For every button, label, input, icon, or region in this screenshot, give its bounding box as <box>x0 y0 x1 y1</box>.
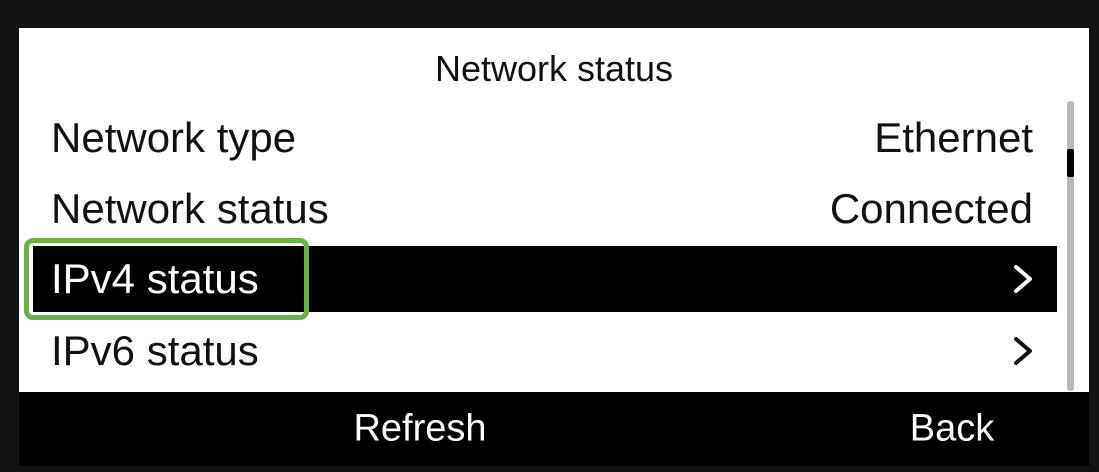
softkey-bar: Refresh Back <box>19 392 1089 466</box>
row-label: IPv4 status <box>51 255 259 302</box>
row-label: Network status <box>51 185 329 232</box>
refresh-button[interactable]: Refresh <box>353 408 486 451</box>
row-value: Ethernet <box>874 114 1033 161</box>
chevron-right-icon <box>1014 265 1032 293</box>
phone-screen: Network status Network type Ethernet Net… <box>19 28 1089 466</box>
list-item-network-type: Network type Ethernet <box>33 105 1057 171</box>
list-item-ipv4-status[interactable]: IPv4 status <box>33 246 1057 312</box>
scrollbar-thumb[interactable] <box>1067 149 1074 177</box>
back-button[interactable]: Back <box>910 408 994 451</box>
row-value: Connected <box>829 185 1033 232</box>
chevron-right-icon <box>1014 337 1032 365</box>
screen-title: Network status <box>434 48 674 89</box>
phone-bezel: Network status Network type Ethernet Net… <box>0 0 1099 472</box>
row-label: IPv6 status <box>51 327 259 374</box>
list-item-ipv6-status[interactable]: IPv6 status <box>33 318 1057 384</box>
scrollbar[interactable] <box>1067 101 1074 391</box>
list-item-network-status: Network status Connected <box>33 176 1057 242</box>
row-label: Network type <box>51 114 297 161</box>
